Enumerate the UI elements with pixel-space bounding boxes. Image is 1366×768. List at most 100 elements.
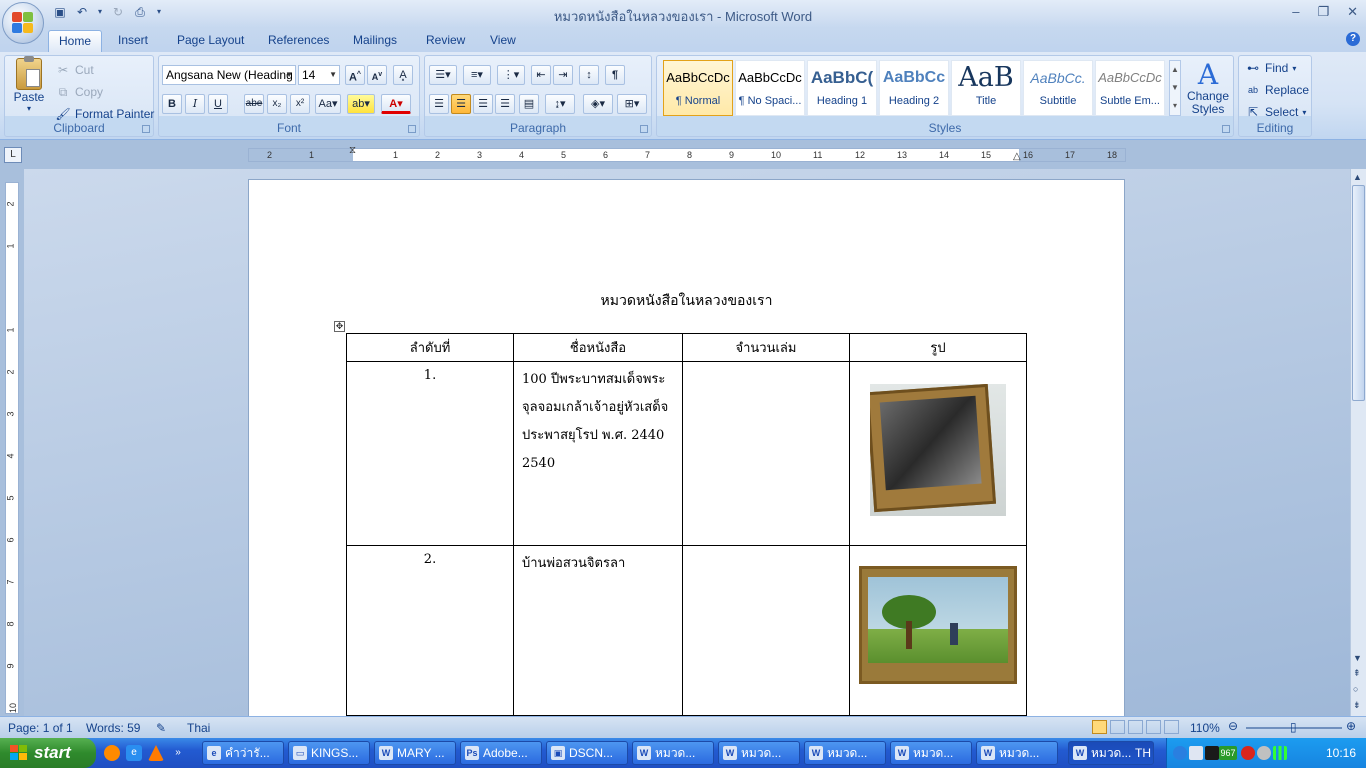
multilevel-list-button[interactable]: ⋮▾ bbox=[497, 65, 525, 85]
style-subtle-emphasis[interactable]: AaBbCcDc Subtle Em... bbox=[1095, 60, 1165, 116]
document-page[interactable]: หมวดหนังสือในหลวงของเรา ✥ ลำดับที่ ชื่อห… bbox=[248, 179, 1125, 716]
clear-formatting-button[interactable]: A͓ bbox=[393, 65, 413, 85]
row-number-cell[interactable]: 1. bbox=[346, 361, 514, 546]
book-name-cell[interactable]: 100 ปีพระบาทสมเด็จพระจุลจอมเกล้าเจ้าอยู่… bbox=[513, 361, 683, 546]
style-heading-1[interactable]: AaBbC( Heading 1 bbox=[807, 60, 877, 116]
numbering-button[interactable]: ≡▾ bbox=[463, 65, 491, 85]
full-screen-reading-icon[interactable] bbox=[1110, 720, 1125, 734]
distributed-button[interactable]: ▤ bbox=[519, 94, 539, 114]
taskbar-item[interactable]: W หมวด... bbox=[632, 741, 714, 765]
help-icon[interactable]: ? bbox=[1346, 32, 1360, 46]
tab-references[interactable]: References bbox=[258, 30, 339, 52]
change-styles-button[interactable]: A Change Styles bbox=[1185, 60, 1231, 116]
zoom-out-icon[interactable]: ⊖ bbox=[1228, 719, 1238, 733]
zoom-slider-thumb[interactable]: ▯ bbox=[1290, 720, 1297, 734]
volume-icon[interactable] bbox=[1257, 746, 1271, 760]
text-highlight-button[interactable]: ab▾ bbox=[347, 94, 375, 114]
sort-button[interactable]: ↕ bbox=[579, 65, 599, 85]
taskbar-item[interactable]: W หมวด... bbox=[890, 741, 972, 765]
quantity-cell[interactable] bbox=[682, 545, 850, 716]
zoom-level[interactable]: 110% bbox=[1190, 721, 1220, 735]
clipboard-dialog-launcher[interactable] bbox=[142, 125, 150, 133]
scroll-up-icon[interactable]: ▲ bbox=[1353, 172, 1362, 182]
style-no-spacing[interactable]: AaBbCcDc ¶ No Spaci... bbox=[735, 60, 805, 116]
header-cell[interactable]: รูป bbox=[849, 333, 1027, 362]
underline-button[interactable]: U bbox=[208, 94, 228, 114]
restore-icon[interactable]: ❐ bbox=[1317, 4, 1329, 20]
select-browse-object-icon[interactable]: ○ bbox=[1353, 684, 1358, 694]
tab-view[interactable]: View bbox=[480, 30, 526, 52]
row-number-cell[interactable]: 2. bbox=[346, 545, 514, 716]
outline-icon[interactable] bbox=[1146, 720, 1161, 734]
header-cell[interactable]: ชื่อหนังสือ bbox=[513, 333, 683, 362]
show-formatting-marks-button[interactable]: ¶ bbox=[605, 65, 625, 85]
bold-button[interactable]: B bbox=[162, 94, 182, 114]
shading-button[interactable]: ◈▾ bbox=[583, 94, 613, 114]
taskbar-item[interactable]: W หมวด... bbox=[976, 741, 1058, 765]
book-photo-1[interactable] bbox=[870, 384, 1006, 516]
change-case-button[interactable]: Aa▾ bbox=[315, 94, 341, 114]
style-normal[interactable]: AaBbCcDc ¶ Normal bbox=[663, 60, 733, 116]
select-button[interactable]: ⇱ Select ▾ bbox=[1245, 104, 1306, 120]
bluetooth-icon[interactable] bbox=[1173, 746, 1187, 760]
font-dialog-launcher[interactable] bbox=[408, 125, 416, 133]
book-name-cell[interactable]: บ้านพ่อสวนจิตรลา bbox=[513, 545, 683, 716]
draft-icon[interactable] bbox=[1164, 720, 1179, 734]
page-count[interactable]: Page: 1 of 1 bbox=[8, 721, 73, 735]
scroll-thumb[interactable] bbox=[1352, 185, 1365, 401]
superscript-button[interactable]: x² bbox=[290, 94, 310, 114]
tab-page-layout[interactable]: Page Layout bbox=[167, 30, 254, 52]
antivirus-icon[interactable] bbox=[1241, 746, 1255, 760]
format-painter-button[interactable]: 🖌 Format Painter bbox=[55, 106, 154, 122]
counter-badge[interactable]: 967 bbox=[1219, 746, 1237, 760]
line-spacing-button[interactable]: ↨▾ bbox=[545, 94, 575, 114]
proofing-icon[interactable]: ✎ bbox=[156, 721, 166, 735]
style-heading-2[interactable]: AaBbCc Heading 2 bbox=[879, 60, 949, 116]
copy-button[interactable]: ⧉ Copy bbox=[55, 84, 103, 100]
cut-button[interactable]: ✂ Cut bbox=[55, 62, 94, 78]
vlc-icon[interactable] bbox=[148, 745, 164, 761]
header-cell[interactable]: จำนวนเล่ม bbox=[682, 333, 850, 362]
subscript-button[interactable]: x₂ bbox=[267, 94, 287, 114]
books-table[interactable]: ลำดับที่ ชื่อหนังสือ จำนวนเล่ม รูป 1. 10… bbox=[346, 333, 1027, 716]
align-right-button[interactable]: ☰ bbox=[473, 94, 493, 114]
tab-home[interactable]: Home bbox=[48, 30, 103, 52]
align-left-button[interactable]: ☰ bbox=[429, 94, 449, 114]
image-cell[interactable] bbox=[849, 361, 1027, 546]
web-layout-icon[interactable] bbox=[1128, 720, 1143, 734]
find-button[interactable]: ⊷ Find ▾ bbox=[1245, 60, 1296, 76]
taskbar-item[interactable]: e คำว่ารั... bbox=[202, 741, 284, 765]
clock[interactable]: 10:16 bbox=[1326, 746, 1356, 760]
book-photo-2[interactable] bbox=[859, 566, 1017, 684]
justify-button[interactable]: ☰ bbox=[495, 94, 515, 114]
network-icon[interactable] bbox=[1189, 746, 1203, 760]
monitor-graph-icon[interactable] bbox=[1205, 746, 1219, 760]
paragraph-dialog-launcher[interactable] bbox=[640, 125, 648, 133]
more-quick-launch-icon[interactable]: » bbox=[170, 745, 186, 761]
increase-indent-button[interactable]: ⇥ bbox=[553, 65, 573, 85]
font-size-combo[interactable]: 14 ▼ bbox=[298, 65, 340, 85]
taskbar-item[interactable]: W MARY ... bbox=[374, 741, 456, 765]
tab-selector[interactable]: L bbox=[4, 147, 22, 163]
styles-scroll-buttons[interactable]: ▲ ▼ ▾ bbox=[1169, 60, 1181, 116]
scroll-down-icon[interactable]: ▼ bbox=[1353, 653, 1362, 663]
office-button[interactable] bbox=[2, 2, 44, 44]
shrink-font-button[interactable]: Av bbox=[367, 65, 387, 85]
tab-mailings[interactable]: Mailings bbox=[343, 30, 407, 52]
replace-button[interactable]: ab Replace bbox=[1245, 82, 1309, 98]
taskbar-item[interactable]: ▭ KINGS... bbox=[288, 741, 370, 765]
signal-icon[interactable] bbox=[1273, 746, 1287, 760]
internet-explorer-icon[interactable]: e bbox=[126, 745, 142, 761]
strikethrough-button[interactable]: abe bbox=[244, 94, 264, 114]
align-center-button[interactable]: ☰ bbox=[451, 94, 471, 114]
language-indicator[interactable]: Thai bbox=[187, 721, 210, 735]
close-icon[interactable]: ✕ bbox=[1347, 4, 1358, 20]
vertical-ruler[interactable]: 2 1 1 2 3 4 5 6 7 8 9 10 bbox=[5, 182, 19, 714]
tab-insert[interactable]: Insert bbox=[108, 30, 158, 52]
zoom-in-icon[interactable]: ⊕ bbox=[1346, 719, 1356, 733]
first-line-indent-marker[interactable]: ⧖ bbox=[349, 145, 356, 156]
font-name-combo[interactable]: Angsana New (Heading ▼ bbox=[162, 65, 296, 85]
header-cell[interactable]: ลำดับที่ bbox=[346, 333, 514, 362]
minimize-icon[interactable]: ‒ bbox=[1292, 4, 1299, 20]
styles-dialog-launcher[interactable] bbox=[1222, 125, 1230, 133]
